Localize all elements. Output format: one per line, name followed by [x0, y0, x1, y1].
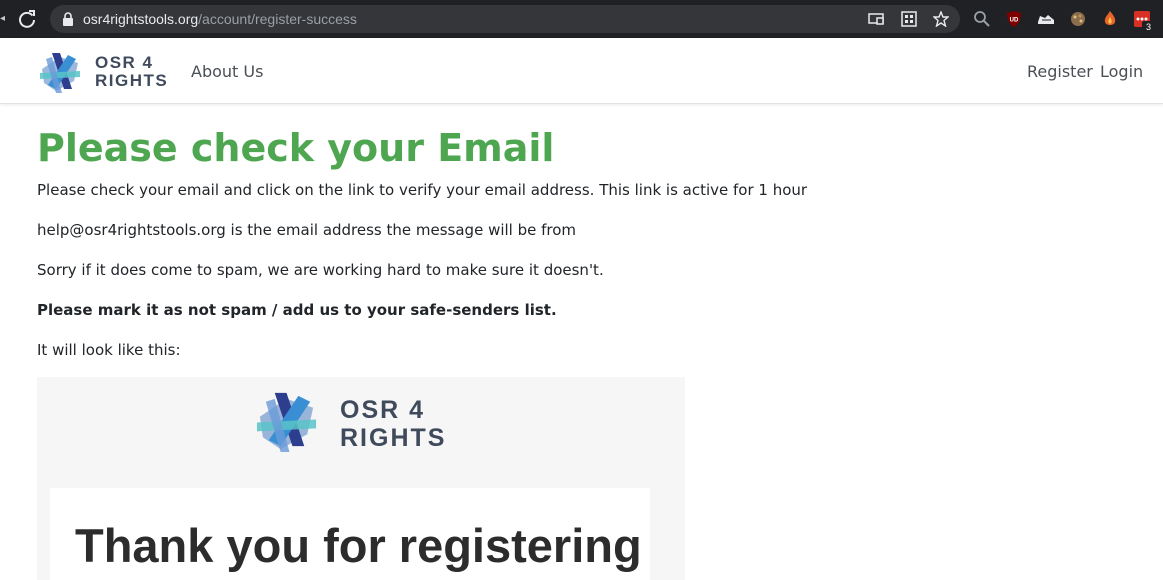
brand-logo-link[interactable]: OSR 4 RIGHTS [38, 49, 178, 95]
brand-line-1: OSR 4 [95, 53, 154, 72]
preview-card: Thank you for registering [50, 488, 650, 580]
lock-icon[interactable] [62, 12, 74, 26]
spam-notice-text: Sorry if it does come to spam, we are wo… [37, 261, 604, 279]
ublock-shield-icon[interactable]: UD [1005, 10, 1023, 28]
preview-brand-line-2: RIGHTS [340, 424, 447, 452]
nav-about-us-link[interactable]: About Us [191, 62, 263, 82]
search-icon[interactable] [973, 10, 991, 28]
email-preview-image: OSR 4 RIGHTS Thank you for registering [37, 377, 685, 580]
preview-brand-name: OSR 4 RIGHTS [340, 396, 446, 452]
sneaker-extension-icon[interactable] [1037, 10, 1055, 28]
palette-extension-icon[interactable] [1069, 10, 1087, 28]
osr4rights-logo-icon [256, 392, 317, 453]
address-bar[interactable]: osr4rightstools.org/account/register-suc… [50, 5, 960, 33]
osr4rights-logo-icon [40, 53, 80, 93]
fire-extension-icon[interactable] [1101, 10, 1119, 28]
nav-login-link[interactable]: Login [1100, 62, 1143, 82]
page-title: Please check your Email [37, 126, 555, 170]
back-arrow-icon[interactable]: ◂ [0, 14, 5, 24]
preview-logo: OSR 4 RIGHTS [254, 387, 464, 457]
cast-icon[interactable] [868, 11, 884, 27]
safe-senders-request-text: Please mark it as not spam / add us to y… [37, 301, 557, 319]
preview-brand-line-1: OSR 4 [340, 396, 426, 424]
url-host: osr4rightstools.org [83, 11, 199, 27]
verify-instructions-text: Please check your email and click on the… [37, 181, 808, 199]
url-path: /account/register-success [198, 11, 357, 27]
extension-badge: 3 [1142, 21, 1155, 33]
ublock-label: UD [1010, 18, 1019, 24]
brand-name: OSR 4 RIGHTS [95, 54, 168, 90]
site-navbar: OSR 4 RIGHTS About Us Register Login [0, 38, 1163, 104]
url-text[interactable]: osr4rightstools.org/account/register-suc… [83, 11, 357, 27]
qr-code-icon[interactable] [901, 11, 917, 27]
brand-line-2: RIGHTS [95, 71, 169, 90]
reload-icon[interactable] [16, 8, 38, 30]
sender-address-text: help@osr4rightstools.org is the email ad… [37, 221, 577, 239]
browser-toolbar: ◂ osr4rightstools.org/account/register-s… [0, 0, 1163, 38]
nav-register-link[interactable]: Register [1027, 62, 1093, 82]
bookmark-star-icon[interactable] [933, 11, 949, 27]
preview-intro-text: It will look like this: [37, 341, 181, 359]
preview-heading: Thank you for registering [75, 519, 642, 572]
